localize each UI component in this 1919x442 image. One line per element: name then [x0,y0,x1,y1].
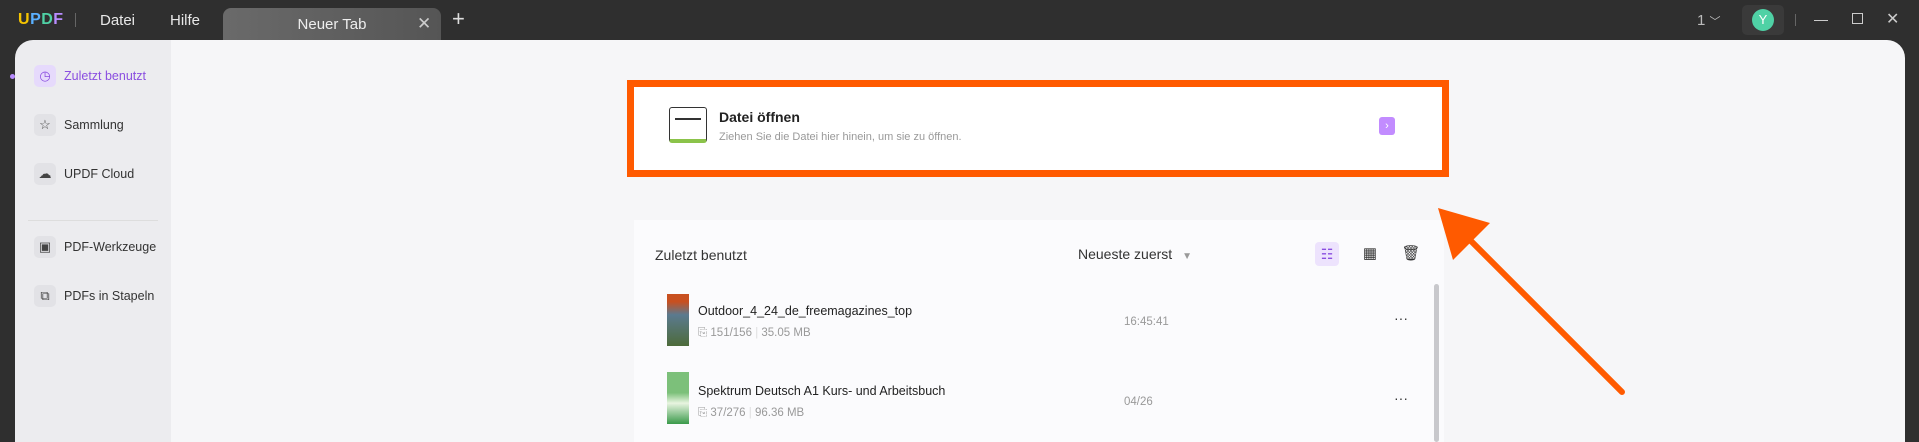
close-window-icon[interactable]: ✕ [1886,9,1899,29]
file-thumbnail [667,294,689,346]
file-time: 16:45:41 [1124,316,1169,328]
file-time: 04/26 [1124,396,1153,408]
sidebar-item-batch[interactable]: ⧉ PDFs in Stapeln [34,285,154,307]
updf-logo: UPDF [18,11,64,28]
tab-neuer-tab[interactable]: Neuer Tab ✕ [223,8,441,40]
sidebar-item-recent[interactable]: ◷ Zuletzt benutzt [34,65,146,87]
file-meta: ⎘ 37/276 | 96.36 MB [698,407,805,419]
divider [75,13,76,27]
sidebar-item-pdf-tools[interactable]: ▣ PDF-Werkzeuge [34,236,156,258]
open-file-subtitle: Ziehen Sie die Datei hier hinein, um sie… [719,131,962,143]
tab-label: Neuer Tab [297,16,367,33]
open-arrow-button[interactable]: › [1379,117,1395,135]
list-view-button[interactable]: ☷ [1315,242,1339,266]
recent-files-panel: Zuletzt benutzt Neueste zuerst ▼ ☷ ▦ 🗑 Ou… [634,220,1444,442]
menu-hilfe[interactable]: Hilfe [170,12,200,29]
cloud-icon: ☁ [34,163,56,185]
minimize-icon[interactable] [1814,20,1828,21]
toolbox-icon: ▣ [34,236,56,258]
file-row[interactable]: Spektrum Deutsch A1 Kurs- und Arbeitsbuc… [634,362,1434,436]
grid-view-button[interactable]: ▦ [1358,242,1382,266]
sidebar-divider [28,220,158,221]
more-options-icon[interactable]: ··· [1394,390,1408,406]
file-name: Spektrum Deutsch A1 Kurs- und Arbeitsbuc… [698,384,946,398]
recent-title: Zuletzt benutzt [655,247,747,263]
caret-down-icon: ▼ [1182,251,1193,262]
avatar-button[interactable]: Y [1742,5,1784,35]
stack-icon: ⧉ [34,285,56,307]
clock-icon: ◷ [34,65,56,87]
open-file-card[interactable]: Datei öffnen Ziehen Sie die Datei hier h… [627,80,1449,177]
page-count-dropdown[interactable]: 1 ﹀ [1697,12,1721,29]
divider [1795,14,1796,26]
file-row[interactable]: Outdoor_4_24_de_freemagazines_top ⎘ 151/… [634,282,1434,356]
avatar: Y [1752,9,1774,31]
pages-icon: ⎘ [698,327,708,339]
close-tab-icon[interactable]: ✕ [417,14,431,34]
restore-icon[interactable] [1852,13,1863,24]
sort-dropdown[interactable]: Neueste zuerst ▼ [1078,246,1192,262]
annotation-arrow [1438,208,1625,395]
new-tab-icon[interactable]: + [452,6,465,32]
open-file-title: Datei öffnen [719,109,800,125]
file-name: Outdoor_4_24_de_freemagazines_top [698,304,913,318]
active-indicator [10,74,15,79]
folder-icon [669,107,707,143]
pages-icon: ⎘ [698,407,708,419]
sidebar-item-cloud[interactable]: ☁ UPDF Cloud [34,163,134,185]
menu-datei[interactable]: Datei [100,12,135,29]
star-icon: ☆ [34,114,56,136]
file-thumbnail [667,372,689,424]
chevron-down-icon: ﹀ [1709,16,1721,28]
sidebar-item-collection[interactable]: ☆ Sammlung [34,114,124,136]
file-meta: ⎘ 151/156 | 35.05 MB [698,327,811,339]
more-options-icon[interactable]: ··· [1394,310,1408,326]
